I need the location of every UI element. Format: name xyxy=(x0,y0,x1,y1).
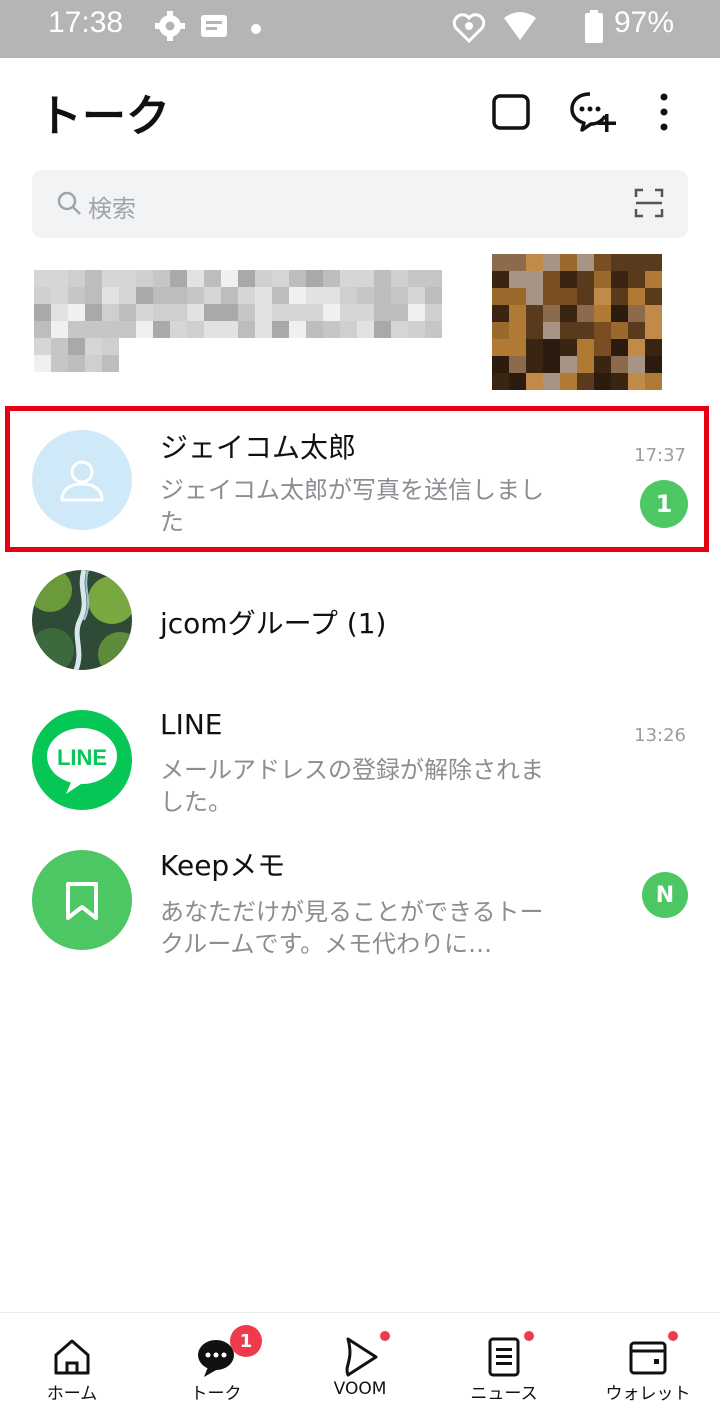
nav-new-dot xyxy=(668,1331,678,1341)
open-chat-icon xyxy=(492,94,530,130)
search-input[interactable]: 検索 xyxy=(32,170,688,238)
nav-unread-badge: 1 xyxy=(230,1325,262,1357)
chat-row-jcom-group[interactable]: jcomグループ (1) xyxy=(0,550,720,690)
wifi-icon xyxy=(502,10,538,46)
nav-home[interactable]: ホーム xyxy=(0,1313,144,1425)
status-time: 17:38 xyxy=(48,6,124,39)
nav-wallet[interactable]: ウォレット xyxy=(576,1313,720,1425)
new-chat-icon xyxy=(570,92,616,132)
chat-time: 17:37 xyxy=(634,445,686,466)
line-logo: LINE xyxy=(47,728,117,794)
chat-preview: ジェイコム太郎が写真を送信しました xyxy=(160,476,544,536)
nav-new-dot xyxy=(380,1331,390,1341)
news-icon xyxy=(488,1337,520,1377)
waterfall-photo xyxy=(32,570,132,670)
nav-label: ホーム xyxy=(46,1384,98,1404)
nav-new-dot xyxy=(524,1331,534,1341)
chat-preview: メールアドレスの登録が解除されました。 xyxy=(160,756,544,816)
chat-row-jcom-taro[interactable]: ジェイコム太郎 ジェイコム太郎が写真を送信しました 17:37 1 xyxy=(0,410,720,550)
chat-name: Keepメモ xyxy=(160,849,286,882)
search-icon xyxy=(56,190,82,220)
avatar xyxy=(32,430,132,530)
battery-icon xyxy=(584,10,604,48)
nav-label: VOOM xyxy=(333,1379,387,1399)
new-badge: N xyxy=(642,872,688,918)
nav-label: ウォレット xyxy=(605,1384,691,1404)
default-person-icon xyxy=(60,460,104,502)
nav-voom[interactable]: VOOM xyxy=(288,1313,432,1425)
nav-news[interactable]: ニュース xyxy=(432,1313,576,1425)
status-bar: 17:38 97% xyxy=(0,0,720,58)
nav-talk[interactable]: 1 トーク xyxy=(144,1313,288,1425)
line-logo-avatar: LINE xyxy=(32,710,132,810)
open-chat-button[interactable] xyxy=(490,90,534,134)
banner-ad-blurred[interactable] xyxy=(34,254,698,394)
search-placeholder: 検索 xyxy=(88,195,136,223)
waterfall-photo-avatar xyxy=(32,570,132,670)
more-icon xyxy=(660,93,668,131)
voom-icon xyxy=(345,1337,378,1377)
more-button[interactable] xyxy=(650,90,694,134)
new-chat-button[interactable] xyxy=(568,90,616,134)
bottom-nav: ホーム 1 トーク VOOM ニュース ウォレット xyxy=(0,1312,720,1425)
home-icon xyxy=(54,1339,90,1375)
page-title: トーク xyxy=(38,91,170,142)
bookmark-icon xyxy=(66,882,98,920)
chat-time: 13:26 xyxy=(634,725,686,746)
unread-badge: 1 xyxy=(640,480,688,528)
dot-icon xyxy=(250,20,262,39)
keep-memo-avatar xyxy=(32,850,132,950)
nav-label: トーク xyxy=(190,1384,242,1404)
qr-scan-icon[interactable] xyxy=(634,188,664,222)
nav-label: ニュース xyxy=(470,1384,538,1404)
chat-name: jcomグループ (1) xyxy=(160,607,387,640)
chat-preview: あなただけが見ることができるトークルームです。メモ代わりに… xyxy=(160,898,544,958)
battery-percent: 97% xyxy=(614,6,675,39)
notification-icon xyxy=(198,10,230,46)
gear-icon xyxy=(154,10,186,46)
wallet-icon xyxy=(629,1341,667,1375)
chat-row-keep-memo[interactable]: Keepメモ あなただけが見ることができるトークルームです。メモ代わりに… N xyxy=(0,830,720,970)
chat-name: ジェイコム太郎 xyxy=(160,431,357,464)
chat-row-line[interactable]: LINE LINE メールアドレスの登録が解除されました。 13:26 xyxy=(0,690,720,830)
chat-name: LINE xyxy=(160,708,223,741)
line-logo-text: LINE xyxy=(57,745,107,770)
vpn-icon xyxy=(452,10,486,48)
